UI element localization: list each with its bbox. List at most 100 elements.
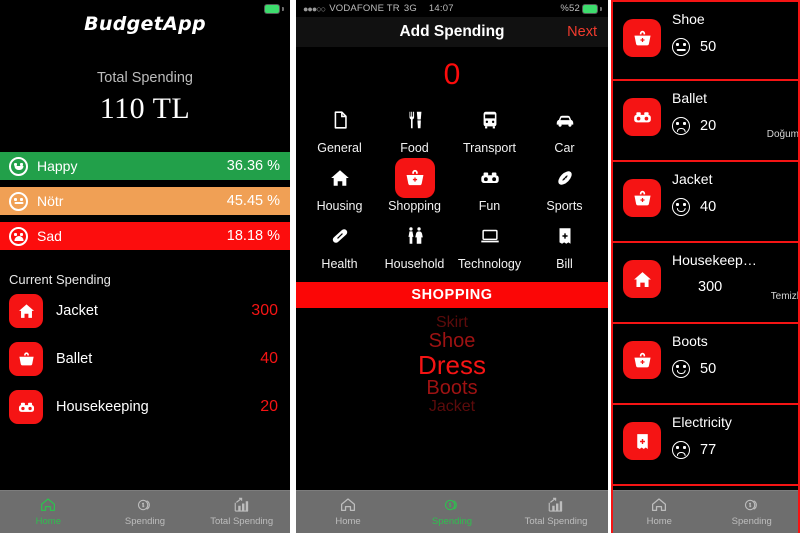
- bill-icon: [623, 422, 661, 460]
- tab-label: Spending: [124, 516, 166, 527]
- current-spending-heading: Current Spending: [9, 272, 111, 287]
- category-housing[interactable]: Housing: [302, 158, 377, 213]
- table-row[interactable]: Shoe 50: [613, 0, 798, 81]
- table-row[interactable]: Housekeep… 300 Temizl: [613, 243, 798, 324]
- tab-total-spending[interactable]: Total Spending: [504, 496, 608, 527]
- mood-row-sad[interactable]: Sad 18.18 %: [0, 222, 290, 250]
- picker-option[interactable]: Skirt: [296, 314, 608, 331]
- tab-home[interactable]: Home: [0, 496, 97, 527]
- tab-label: Total Spending: [210, 516, 274, 527]
- battery-icon: [583, 4, 597, 13]
- next-button[interactable]: Next: [567, 24, 597, 40]
- item-amount: 40: [700, 199, 717, 215]
- picker-option[interactable]: Shoe: [296, 331, 608, 352]
- category-label: Sports: [546, 199, 583, 213]
- battery-indicator: [265, 4, 284, 13]
- table-row[interactable]: Electricity 77: [613, 405, 798, 486]
- neutral-face-icon: [672, 38, 690, 56]
- item-name: Ballet: [672, 90, 708, 106]
- phone-screen-add-spending: ●●●○○ VODAFONE TR 3G 14:07 %52 Add Spend…: [296, 0, 608, 533]
- category-sports[interactable]: Sports: [527, 158, 602, 213]
- item-name: Housekeep…: [672, 252, 757, 268]
- category-health[interactable]: Health: [302, 216, 377, 271]
- tab-label: Spending: [731, 516, 772, 527]
- table-row[interactable]: Boots 50: [613, 324, 798, 405]
- item-amount: 20: [700, 118, 717, 134]
- picker-option[interactable]: Jacket: [296, 398, 608, 415]
- category-general[interactable]: General: [302, 100, 377, 155]
- mood-row-happy[interactable]: Happy 36.36 %: [0, 152, 290, 180]
- category-label: Technology: [457, 257, 522, 271]
- item-note: Temizl: [770, 291, 799, 302]
- picker-option-selected[interactable]: Dress: [296, 352, 608, 379]
- mood-breakdown-list: Happy 36.36 % Nötr 45.45 % Sad 18.18 %: [0, 152, 290, 250]
- status-bar: ●●●○○ VODAFONE TR 3G 14:07 %52: [296, 0, 608, 17]
- category-grid: General Food Transport Car Housing Shopp…: [296, 100, 608, 271]
- bottom-tab-bar: Home Spending: [613, 490, 798, 533]
- home-icon: [652, 498, 667, 512]
- item-amount: 50: [700, 361, 717, 377]
- category-label: Health: [321, 257, 358, 271]
- category-label: Transport: [462, 141, 517, 155]
- signal-dots-icon: ●●●○○: [303, 3, 326, 14]
- sad-face-icon: [672, 441, 690, 459]
- category-household[interactable]: Household: [377, 216, 452, 271]
- battery-icon: [265, 4, 279, 13]
- category-label: Housing: [316, 199, 363, 213]
- category-label: Fun: [478, 199, 501, 213]
- tab-spending[interactable]: Spending: [97, 496, 194, 527]
- total-spending-block: Total Spending 110 TL: [0, 70, 290, 126]
- item-amount: 20: [260, 398, 278, 415]
- tab-spending[interactable]: Spending: [706, 496, 799, 527]
- category-fun[interactable]: Fun: [452, 158, 527, 213]
- picker-option[interactable]: Boots: [296, 378, 608, 399]
- mood-row-neutral[interactable]: Nötr 45.45 %: [0, 187, 290, 215]
- phone-screen-home: BudgetApp Total Spending 110 TL Happy 36…: [0, 0, 290, 533]
- carrier-name: VODAFONE TR: [329, 3, 400, 14]
- list-item[interactable]: Housekeeping 20: [0, 383, 290, 431]
- football-icon: [545, 158, 585, 198]
- basket-icon: [623, 179, 661, 217]
- item-picker-wheel[interactable]: Skirt Shoe Dress Boots Jacket: [296, 308, 608, 415]
- list-item[interactable]: Jacket 300: [0, 287, 290, 335]
- tab-home[interactable]: Home: [613, 496, 706, 527]
- tab-home[interactable]: Home: [296, 496, 400, 527]
- three-phone-screenshots: BudgetApp Total Spending 110 TL Happy 36…: [0, 0, 800, 533]
- house-icon: [9, 294, 43, 328]
- laptop-icon: [470, 216, 510, 256]
- binoculars-icon: [470, 158, 510, 198]
- category-bill[interactable]: Bill: [527, 216, 602, 271]
- category-technology[interactable]: Technology: [452, 216, 527, 271]
- category-shopping[interactable]: Shopping: [377, 158, 452, 213]
- table-row[interactable]: Ballet 20 Doğum: [613, 81, 798, 162]
- status-bar: [0, 0, 290, 17]
- neutral-face-icon: [9, 191, 28, 211]
- sad-face-icon: [9, 226, 28, 246]
- battery-percent: %52: [560, 3, 580, 14]
- binoculars-icon: [623, 98, 661, 136]
- cutlery-icon: [395, 100, 435, 140]
- category-car[interactable]: Car: [527, 100, 602, 155]
- car-icon: [545, 100, 585, 140]
- total-spending-value: 110 TL: [99, 92, 191, 125]
- item-amount: 40: [260, 350, 278, 367]
- home-icon: [340, 498, 356, 512]
- category-transport[interactable]: Transport: [452, 100, 527, 155]
- item-name: Boots: [672, 333, 708, 349]
- tab-label: Total Spending: [524, 516, 588, 527]
- table-row[interactable]: Jacket 40: [613, 162, 798, 243]
- tab-spending[interactable]: Spending: [400, 496, 504, 527]
- happy-face-icon: [9, 156, 28, 176]
- mood-label: Happy: [37, 158, 78, 174]
- category-food[interactable]: Food: [377, 100, 452, 155]
- item-amount: 300: [698, 279, 723, 295]
- tab-total-spending[interactable]: Total Spending: [193, 496, 290, 527]
- amount-display[interactable]: 0: [296, 47, 608, 100]
- restroom-icon: [395, 216, 435, 256]
- navigation-bar: Add Spending Next: [296, 17, 608, 47]
- selected-category-banner: SHOPPING: [296, 282, 608, 308]
- network-type: 3G: [403, 3, 417, 14]
- mood-label: Nötr: [37, 193, 64, 209]
- basket-icon: [394, 158, 435, 198]
- list-item[interactable]: Ballet 40: [0, 335, 290, 383]
